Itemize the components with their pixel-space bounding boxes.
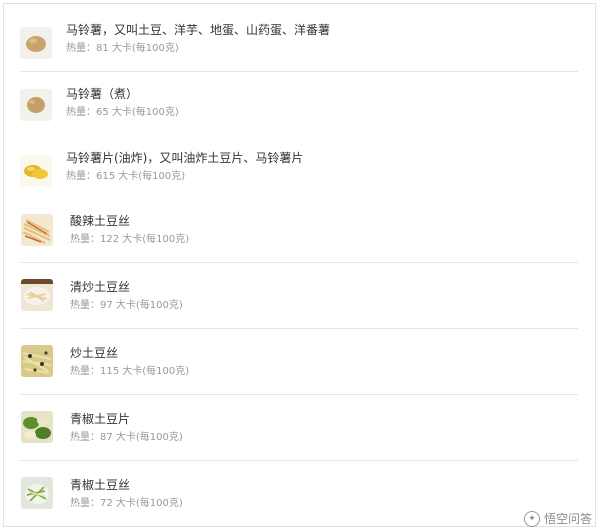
potato-chips-icon [20, 155, 52, 187]
item-name[interactable]: 青椒土豆片 [70, 412, 130, 426]
item-calories: 热量：81 大卡(每100克) [66, 43, 179, 54]
list-item[interactable]: 马铃薯（煮） 热量：65 大卡(每100克) [0, 77, 600, 137]
item-calories: 热量：97 大卡(每100克) [70, 300, 183, 311]
list-item[interactable]: 酸辣土豆丝 热量：122 大卡(每100克) [0, 201, 600, 261]
item-name[interactable]: 炒土豆丝 [70, 346, 118, 360]
watermark-text: 悟空问答 [543, 512, 592, 526]
item-name[interactable]: 青椒土豆丝 [70, 478, 130, 492]
list-item[interactable]: 青椒土豆片 热量：87 大卡(每100克) [0, 400, 600, 460]
divider [20, 328, 578, 329]
item-calories: 热量：87 大卡(每100克) [70, 432, 183, 443]
divider [20, 394, 578, 395]
list-item[interactable]: 炒土豆丝 热量：115 大卡(每100克) [0, 334, 600, 394]
divider [20, 460, 578, 461]
list-item[interactable]: 清炒土豆丝 热量：97 大卡(每100克) [0, 268, 600, 328]
hot-sour-potato-shreds-icon [21, 214, 53, 246]
item-name[interactable]: 马铃薯片(油炸)，又叫油炸土豆片、马铃薯片 [66, 151, 303, 165]
item-calories: 热量：615 大卡(每100克) [66, 171, 186, 182]
green-pepper-potato-shreds-icon [21, 477, 53, 509]
boiled-potato-icon [20, 89, 52, 121]
item-calories: 热量：115 大卡(每100克) [70, 366, 190, 377]
divider [20, 262, 578, 263]
potato-icon [20, 27, 52, 59]
list-item[interactable]: 马铃薯片(油炸)，又叫油炸土豆片、马铃薯片 热量：615 大卡(每100克) [0, 143, 600, 203]
fried-potato-shreds-icon [21, 345, 53, 377]
item-calories: 热量：65 大卡(每100克) [66, 107, 179, 118]
divider [20, 71, 578, 72]
item-calories: 热量：72 大卡(每100克) [70, 498, 183, 509]
item-calories: 热量：122 大卡(每100克) [70, 234, 190, 245]
wukong-logo-icon: ✦ [523, 510, 540, 527]
list-item[interactable]: 青椒土豆丝 热量：72 大卡(每100克) [0, 466, 600, 526]
stir-fried-potato-shreds-icon [21, 279, 53, 311]
item-name[interactable]: 清炒土豆丝 [70, 280, 130, 294]
list-item[interactable]: 马铃薯，又叫土豆、洋芋、地蛋、山药蛋、洋番薯 热量：81 大卡(每100克) [0, 12, 600, 72]
green-pepper-potato-slices-icon [21, 411, 53, 443]
item-name[interactable]: 马铃薯（煮） [66, 87, 138, 101]
item-name[interactable]: 马铃薯，又叫土豆、洋芋、地蛋、山药蛋、洋番薯 [66, 23, 330, 37]
watermark: ✦ 悟空问答 [523, 510, 592, 527]
item-name[interactable]: 酸辣土豆丝 [70, 214, 130, 228]
